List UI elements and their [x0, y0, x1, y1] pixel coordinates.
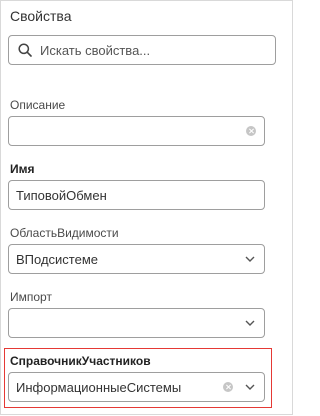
clear-icon[interactable] — [246, 126, 256, 136]
description-input[interactable] — [8, 116, 265, 146]
name-input[interactable]: ТиповойОбмен — [8, 180, 265, 210]
visibility-scope-select[interactable]: ВПодсистеме — [8, 244, 265, 274]
search-field[interactable] — [8, 35, 276, 65]
description-label: Описание — [10, 98, 66, 112]
visibility-scope-label: ОбластьВидимости — [10, 226, 119, 240]
search-input[interactable] — [40, 42, 260, 58]
properties-panel: Свойства Описание Имя ТиповойОбмен Облас… — [0, 0, 293, 415]
name-value: ТиповойОбмен — [16, 187, 107, 203]
chevron-down-icon[interactable] — [245, 256, 255, 262]
panel-title: Свойства — [10, 8, 72, 24]
name-label: Имя — [10, 162, 35, 176]
chevron-down-icon[interactable] — [245, 384, 255, 390]
import-select[interactable] — [8, 308, 265, 338]
participants-catalog-select[interactable]: ИнформационныеСистемы — [8, 372, 265, 402]
visibility-scope-value: ВПодсистеме — [16, 251, 99, 267]
participants-catalog-label: СправочникУчастников — [10, 354, 151, 368]
participants-catalog-value: ИнформационныеСистемы — [16, 379, 182, 395]
import-label: Импорт — [10, 290, 52, 304]
chevron-down-icon[interactable] — [245, 320, 255, 326]
clear-icon[interactable] — [223, 382, 233, 392]
search-icon — [18, 43, 32, 57]
